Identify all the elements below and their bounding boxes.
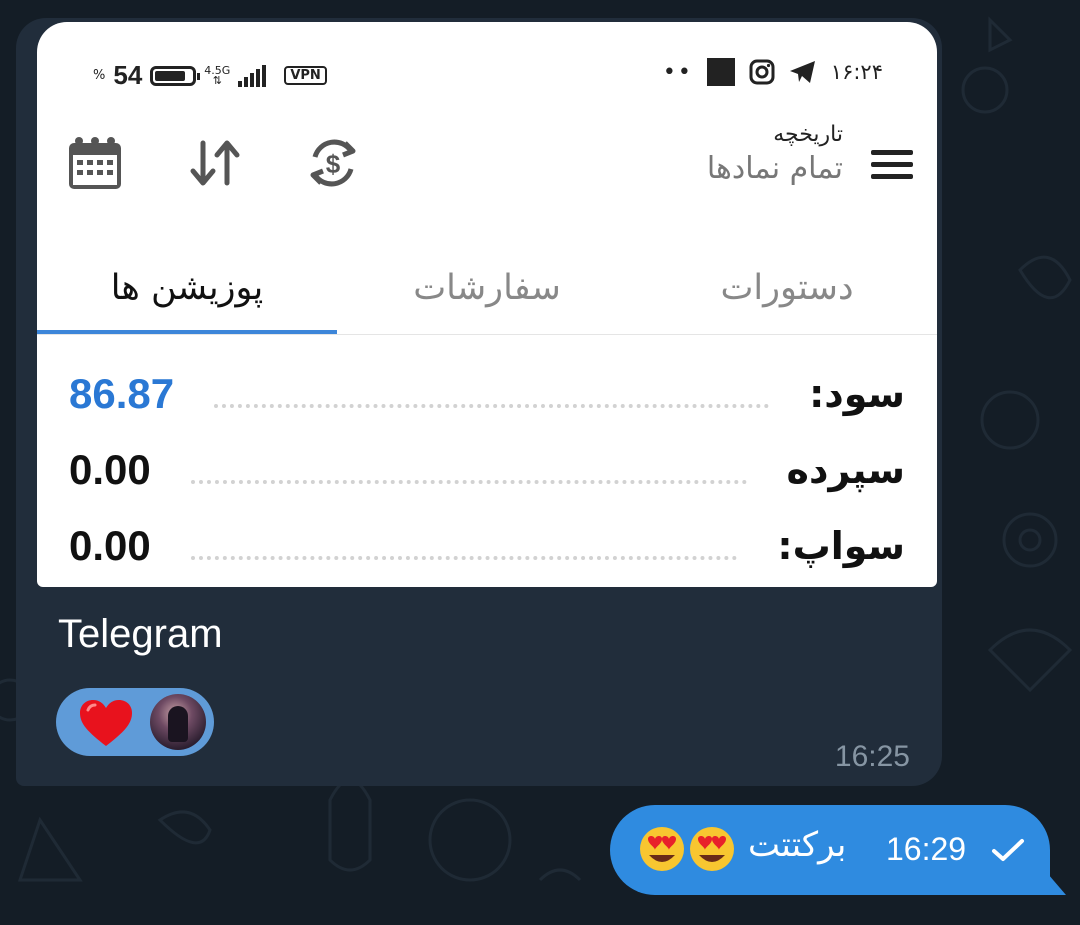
profit-row: 86.87 سود:	[69, 366, 905, 422]
menu-icon[interactable]	[871, 150, 913, 180]
svg-text:$: $	[326, 149, 341, 179]
outgoing-message-bubble[interactable]: برکتتت 16:29	[610, 805, 1050, 895]
tab-positions[interactable]: پوزیشن ها	[37, 240, 337, 336]
signal-icon	[238, 64, 267, 87]
battery-icon	[150, 65, 201, 86]
header-text: تاریخچه تمام نمادها	[707, 122, 843, 186]
network-type: 4.5G ⇅	[204, 63, 231, 87]
battery-percent-sign: %	[93, 68, 106, 83]
avatar[interactable]	[150, 694, 206, 750]
message-caption: Telegram	[58, 612, 223, 656]
telegram-icon	[789, 61, 815, 83]
deposit-value: 0.00	[69, 446, 151, 493]
history-tabs: پوزیشن ها سفارشات دستورات	[37, 240, 937, 336]
profit-value: 86.87	[69, 370, 175, 417]
page-title: تاریخچه	[773, 122, 843, 147]
tab-deals[interactable]: دستورات	[637, 240, 937, 336]
calendar-icon[interactable]	[65, 128, 125, 198]
sort-arrows-icon[interactable]	[185, 128, 245, 198]
forwarded-screenshot[interactable]: % 54 4.5G ⇅ VPN •• ۱۶:۲۴ $ تاریخچه تمام …	[37, 22, 937, 587]
swap-value: 0.00	[69, 522, 151, 569]
deposit-row: 0.00 سپرده	[69, 442, 905, 498]
tabs-divider	[37, 334, 937, 335]
deposit-label: سپرده	[786, 448, 905, 492]
currency-exchange-icon[interactable]: $	[303, 128, 363, 198]
instagram-icon	[749, 59, 775, 85]
row-leader	[214, 404, 770, 408]
battery-level: 54	[113, 60, 143, 90]
emoji-group	[638, 825, 736, 873]
vpn-badge: VPN	[284, 66, 327, 85]
row-leader	[190, 480, 747, 484]
status-bar: % 54 4.5G ⇅ VPN •• ۱۶:۲۴	[37, 22, 937, 122]
heart-icon	[80, 700, 132, 746]
swap-row: 0.00 سواپ:	[69, 518, 905, 574]
heart-eyes-emoji	[690, 827, 734, 871]
message-time: 16:25	[834, 740, 910, 773]
incoming-message-bubble[interactable]: % 54 4.5G ⇅ VPN •• ۱۶:۲۴ $ تاریخچه تمام …	[16, 18, 942, 786]
outgoing-message-time: 16:29	[886, 831, 967, 867]
tab-orders[interactable]: سفارشات	[337, 240, 637, 336]
symbol-filter[interactable]: تمام نمادها	[707, 151, 843, 186]
outgoing-message-text: برکتتت	[748, 825, 847, 865]
active-tab-indicator	[37, 330, 337, 334]
status-dots: ••	[662, 59, 693, 85]
status-time: ۱۶:۲۴	[830, 60, 883, 84]
swap-label: سواپ:	[777, 524, 905, 568]
heart-eyes-emoji	[640, 827, 684, 871]
row-leader	[190, 556, 738, 560]
reaction-chip[interactable]	[56, 688, 214, 756]
profit-label: سود:	[809, 372, 905, 416]
square-icon	[706, 58, 735, 86]
check-icon	[992, 839, 1024, 861]
